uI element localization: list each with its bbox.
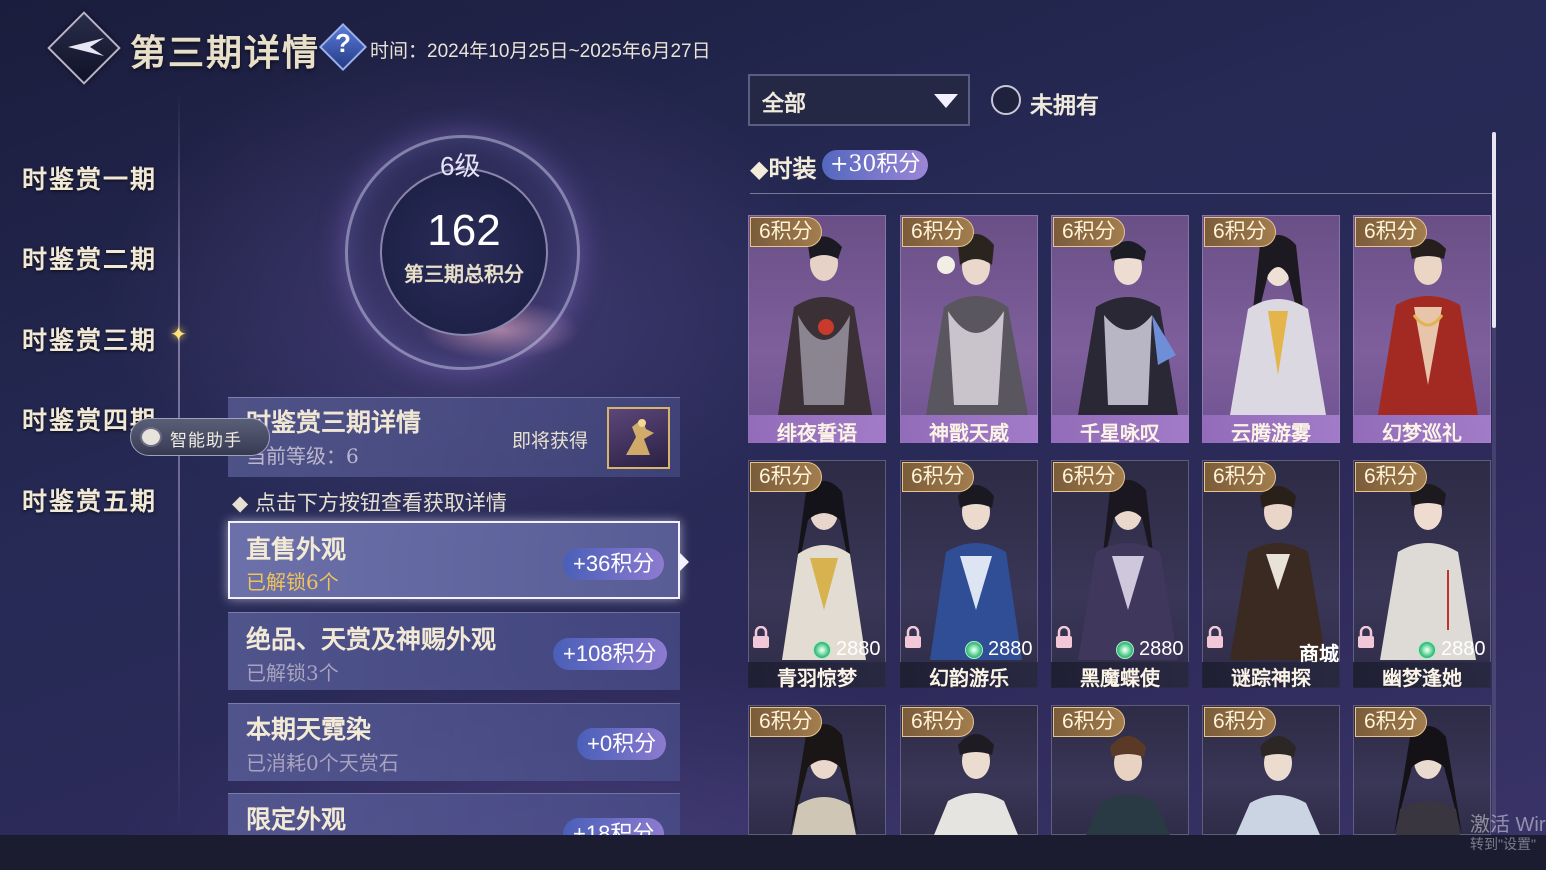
lock-icon xyxy=(1207,626,1223,648)
level-label: 6级 xyxy=(440,151,481,181)
figure-9 xyxy=(1230,486,1326,660)
jade-currency-icon xyxy=(1116,641,1134,659)
windows-activation-hint: 转到"设置" xyxy=(1470,836,1536,852)
sidebar-item-period-3[interactable]: 时鉴赏三期 xyxy=(22,321,157,357)
figure-15 xyxy=(1394,726,1462,835)
card-name: 幻梦巡礼 xyxy=(1382,421,1462,445)
hint-text: ◆ 点击下方按钮查看获取详情 xyxy=(232,491,507,515)
chevron-down-icon xyxy=(934,94,958,108)
figure-7 xyxy=(930,485,1022,660)
section-points-badge: +30积分 xyxy=(822,150,929,180)
sidebar-item-period-1[interactable]: 时鉴赏一期 xyxy=(22,160,157,196)
active-sparkle-icon: ✦ xyxy=(170,322,187,346)
hint-label: 点击下方按钮查看获取详情 xyxy=(254,491,507,515)
category-points-clip: +18积分 xyxy=(563,818,673,835)
jade-currency-icon xyxy=(813,641,831,659)
section-divider xyxy=(750,193,1492,194)
back-arrow-icon xyxy=(68,38,104,56)
section-title: ◆时装 xyxy=(750,154,817,183)
card-name: 幽梦逢她 xyxy=(1382,666,1462,690)
card-name: 黑魔蝶使 xyxy=(1080,666,1160,690)
filter-selected-value: 全部 xyxy=(762,91,807,117)
card-points-badge: 6积分 xyxy=(1355,217,1427,247)
card-name: 谜踪神探 xyxy=(1231,666,1311,690)
card-points-badge: 6积分 xyxy=(1355,707,1427,737)
card-name: 千星咏叹 xyxy=(1080,421,1160,445)
unowned-radio[interactable] xyxy=(991,85,1021,115)
card-points-badge: 6积分 xyxy=(750,217,822,247)
figure-12 xyxy=(934,734,1018,835)
category-name: 限定外观 xyxy=(246,805,347,834)
upcoming-reward-label: 即将获得 xyxy=(512,430,589,452)
lock-icon xyxy=(1358,626,1374,648)
card-name: 云腾游雾 xyxy=(1231,421,1311,445)
card-points-badge: 6积分 xyxy=(902,462,974,492)
card-points-badge: 6积分 xyxy=(1204,707,1276,737)
category-points-badge: +108积分 xyxy=(553,638,667,670)
sidebar-item-period-5[interactable]: 时鉴赏五期 xyxy=(22,482,157,518)
figure-4 xyxy=(1230,235,1326,415)
detail-title: 时鉴赏三期详情 xyxy=(246,408,422,437)
sidebar-item-period-2[interactable]: 时鉴赏二期 xyxy=(22,240,157,276)
card-points-badge: 6积分 xyxy=(902,217,974,247)
card-price: 2880 xyxy=(836,638,881,660)
category-status: 已解锁3个 xyxy=(246,661,339,685)
figure-14 xyxy=(1236,736,1320,835)
jade-currency-icon xyxy=(965,641,983,659)
active-pointer-icon xyxy=(680,553,689,571)
question-mark-icon: ? xyxy=(335,28,351,58)
card-price: 2880 xyxy=(1441,638,1486,660)
category-points-badge: +0积分 xyxy=(577,728,667,760)
category-points-badge: +18积分 xyxy=(563,818,665,835)
category-status: 已解锁6个 xyxy=(246,570,339,594)
category-name: 绝品、天赏及神赐外观 xyxy=(246,625,497,654)
total-points-label: 第三期总积分 xyxy=(404,262,524,286)
page-title: 第三期详情 xyxy=(130,32,321,74)
figure-13 xyxy=(1086,736,1170,835)
figure-8 xyxy=(1078,480,1178,660)
card-name: 绯夜誓语 xyxy=(777,421,857,445)
lock-icon xyxy=(753,626,769,648)
category-name: 直售外观 xyxy=(246,535,347,564)
section-title-text: 时装 xyxy=(768,154,817,183)
assistant-avatar-icon xyxy=(140,427,162,447)
card-points-badge: 6积分 xyxy=(1355,462,1427,492)
jade-currency-icon xyxy=(1418,641,1436,659)
unowned-label: 未拥有 xyxy=(1030,92,1099,119)
card-points-badge: 6积分 xyxy=(1053,707,1125,737)
card-name: 青羽惊梦 xyxy=(777,666,857,690)
assistant-label: 智能助手 xyxy=(170,431,242,451)
card-points-badge: 6积分 xyxy=(902,707,974,737)
card-name: 神戬天威 xyxy=(929,421,1009,445)
figure-11 xyxy=(790,724,858,835)
figure-2 xyxy=(926,234,1028,415)
card-price: 2880 xyxy=(1139,638,1184,660)
card-points-badge: 6积分 xyxy=(750,462,822,492)
category-status: 已消耗0个天赏石 xyxy=(246,751,399,775)
windows-activation-watermark: 激活 Wir xyxy=(1470,814,1546,836)
figure-5 xyxy=(1378,239,1478,415)
category-points-badge: +36积分 xyxy=(563,548,665,580)
outfit-figures-row-1 xyxy=(778,234,1478,415)
lock-icon xyxy=(1056,626,1072,648)
time-range: 时间：2024年10月25日~2025年6月27日 xyxy=(370,41,711,62)
card-name: 幻韵游乐 xyxy=(929,666,1009,690)
card-points-badge: 6积分 xyxy=(1053,217,1125,247)
card-price: 2880 xyxy=(988,638,1033,660)
figure-6 xyxy=(782,481,866,660)
card-points-badge: 6积分 xyxy=(1204,217,1276,247)
figure-3 xyxy=(1078,241,1178,415)
warrior-figure-icon xyxy=(626,419,654,455)
sidebar-divider xyxy=(178,90,180,830)
card-points-badge: 6积分 xyxy=(1204,462,1276,492)
figure-10 xyxy=(1380,484,1476,660)
category-name: 本期天霓染 xyxy=(246,715,372,744)
bottom-band xyxy=(0,835,1546,870)
figure-1 xyxy=(778,236,872,415)
card-points-badge: 6积分 xyxy=(1053,462,1125,492)
total-points-value: 162 xyxy=(427,206,501,255)
card-points-badge: 6积分 xyxy=(750,707,822,737)
lock-icon xyxy=(905,626,921,648)
